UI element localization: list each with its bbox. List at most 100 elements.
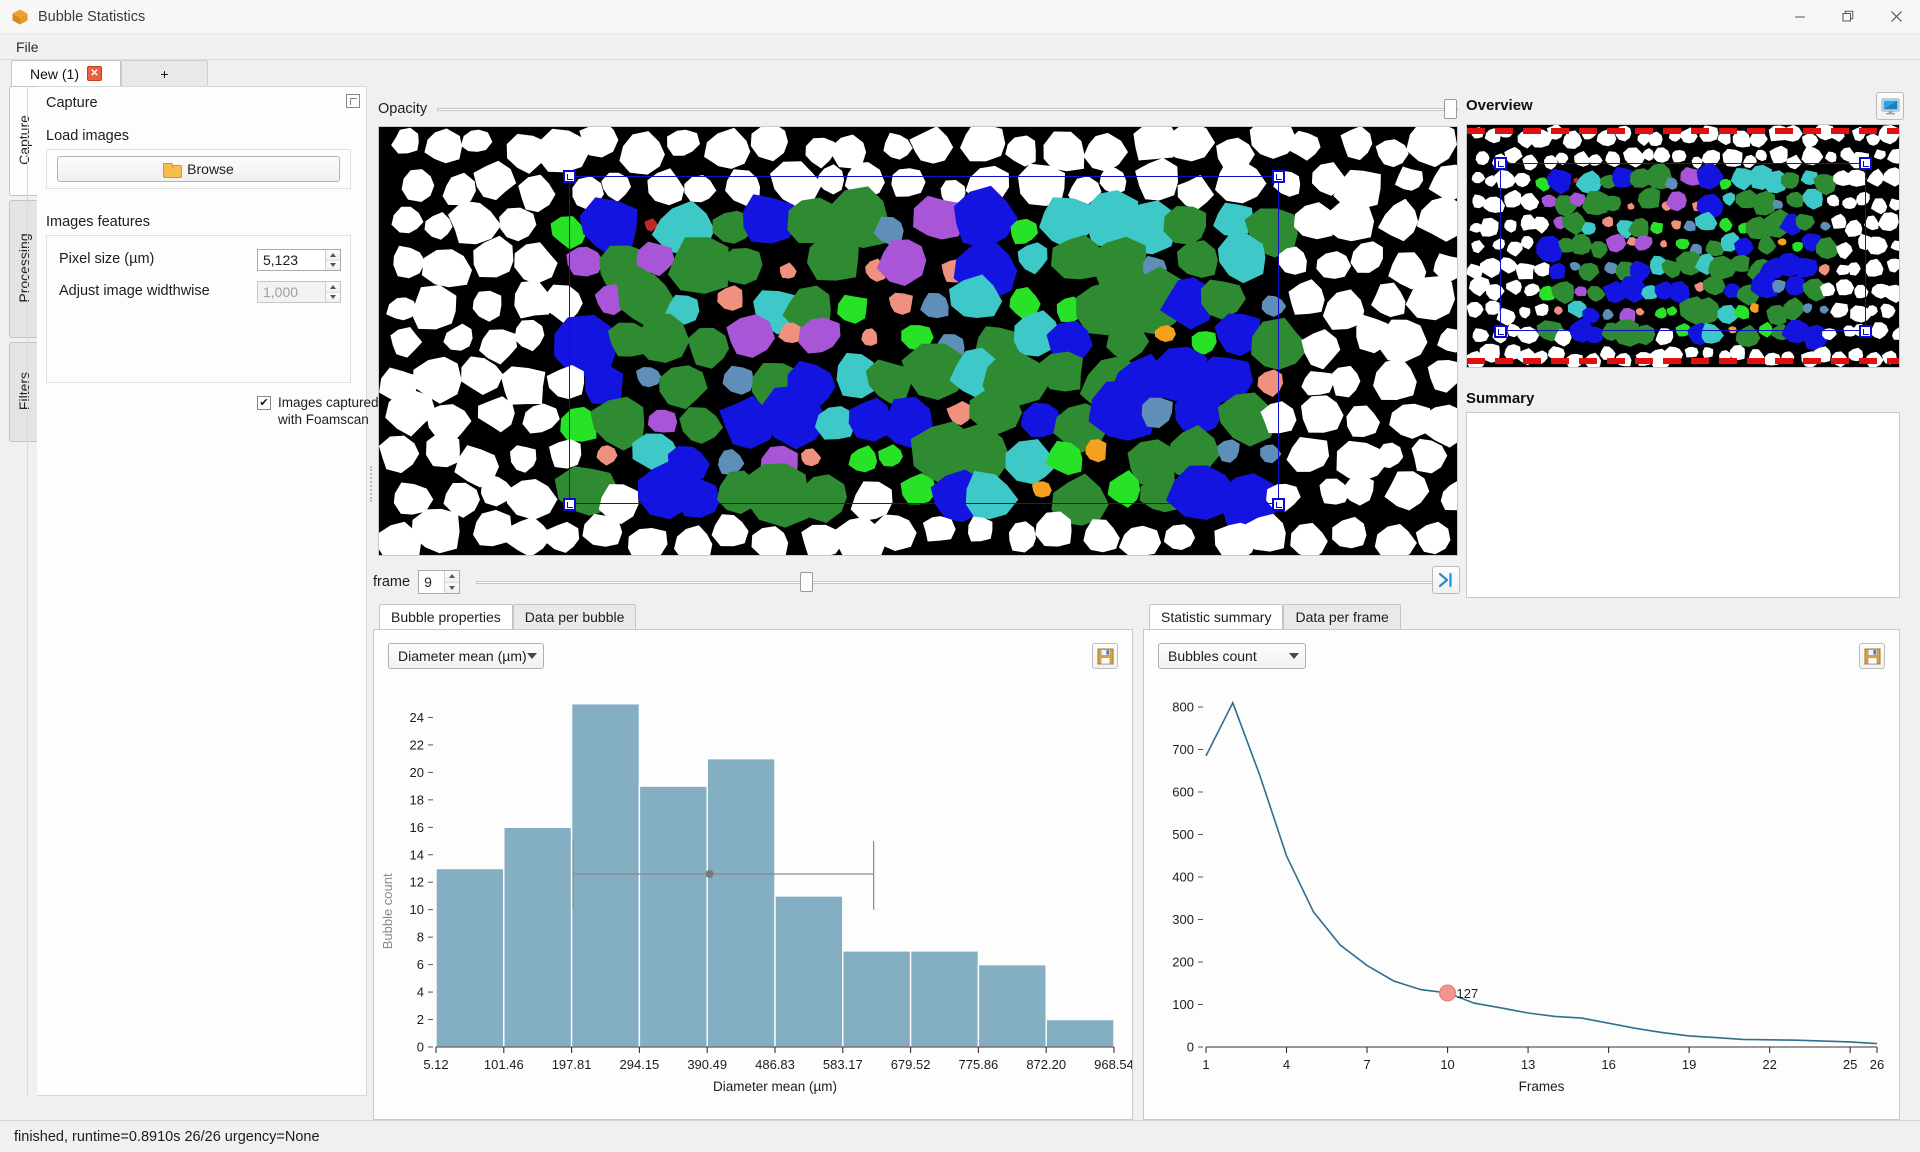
- pixel-size-stepper[interactable]: [257, 249, 341, 271]
- save-line-chart-button[interactable]: [1859, 643, 1885, 669]
- opacity-slider[interactable]: [437, 98, 1458, 119]
- overview-handle-top-right[interactable]: [1859, 157, 1872, 170]
- adjust-width-spin-buttons[interactable]: [325, 282, 340, 302]
- status-bar: finished, runtime=0.8910s 26/26 urgency=…: [0, 1120, 1920, 1152]
- close-icon[interactable]: ✕: [87, 66, 102, 81]
- svg-text:10: 10: [410, 902, 424, 917]
- svg-text:24: 24: [410, 710, 424, 725]
- histogram-plot[interactable]: 0246810121416182022245.12 101.46 197.81 294…: [374, 676, 1132, 1099]
- overview-dash-bottom: [1467, 358, 1899, 364]
- svg-text:22: 22: [410, 737, 424, 752]
- overview-display-button[interactable]: [1876, 92, 1904, 120]
- svg-text:16: 16: [410, 820, 424, 835]
- frame-stepper[interactable]: [418, 570, 461, 594]
- svg-text:5.12: 5.12: [423, 1057, 448, 1072]
- menu-item-file[interactable]: File: [6, 37, 49, 57]
- frame-slider-handle[interactable]: [800, 571, 814, 592]
- selection-rectangle: [569, 176, 1279, 504]
- chevron-down-icon[interactable]: [326, 291, 340, 302]
- line-plot[interactable]: 0 100 200 300 400 500 600 700 800 127 1 4 7 10 13 16 19 2…: [1144, 676, 1899, 1099]
- browse-button[interactable]: Browse: [57, 156, 340, 182]
- property-select[interactable]: Diameter mean (µm): [388, 643, 544, 669]
- chevron-up-icon[interactable]: [445, 571, 460, 582]
- capture-panel: Capture Load images Browse Images featur…: [37, 86, 379, 1096]
- chevron-down-icon[interactable]: [326, 259, 340, 270]
- sidebar-item-label: Capture: [15, 115, 32, 165]
- frame-spin-buttons[interactable]: [444, 571, 460, 593]
- foamscan-checkbox-label: Images captured with Foamscan: [278, 395, 379, 427]
- frame-label: frame: [373, 574, 411, 590]
- sidebar-item-label: Processing: [15, 233, 32, 303]
- minimize-button[interactable]: [1776, 0, 1824, 34]
- tab-bubble-properties[interactable]: Bubble properties: [379, 604, 513, 629]
- overview-title: Overview: [1466, 97, 1533, 114]
- selection-handle-top-right[interactable]: [1272, 170, 1285, 183]
- svg-text:0: 0: [1187, 1040, 1194, 1055]
- selection-handle-top-left[interactable]: [563, 170, 576, 183]
- skip-to-end-button[interactable]: [1432, 566, 1460, 594]
- statistic-select[interactable]: Bubbles count: [1158, 643, 1306, 669]
- tab-label: Bubble properties: [391, 609, 501, 625]
- save-icon: [1864, 648, 1880, 664]
- selection-handle-bottom-left[interactable]: [563, 498, 576, 511]
- bubble-properties-panel: Bubble properties Data per bubble Diamet…: [373, 604, 1133, 1120]
- chevron-up-icon[interactable]: [326, 250, 340, 260]
- restore-button[interactable]: [1824, 0, 1872, 34]
- overview-handle-bottom-left[interactable]: [1494, 325, 1507, 338]
- window-controls: [1776, 0, 1920, 34]
- overview-handle-bottom-right[interactable]: [1859, 325, 1872, 338]
- frame-control: frame: [373, 568, 1458, 596]
- tab-statistic-summary[interactable]: Statistic summary: [1149, 604, 1284, 629]
- svg-text:390.49: 390.49: [687, 1057, 727, 1072]
- summary-title: Summary: [1466, 390, 1535, 407]
- svg-text:0: 0: [417, 1040, 424, 1055]
- overview-handle-top-left[interactable]: [1494, 157, 1507, 170]
- svg-text:100: 100: [1172, 997, 1194, 1012]
- tab-label: Data per frame: [1295, 609, 1389, 625]
- checkmark-icon[interactable]: ✔: [257, 396, 271, 410]
- tab-data-per-frame[interactable]: Data per frame: [1283, 604, 1401, 629]
- pixel-size-input[interactable]: [258, 250, 325, 270]
- sidebar-item-capture[interactable]: Capture: [9, 86, 37, 196]
- bubble-properties-body: Diameter mean (µm) 0 2 4 6 8 10 12 14 16 18 20 22 24…: [373, 629, 1133, 1120]
- image-viewport[interactable]: [378, 126, 1458, 556]
- summary-content[interactable]: [1466, 412, 1900, 598]
- adjust-width-stepper[interactable]: [257, 281, 341, 303]
- overview-thumbnail[interactable]: [1466, 124, 1900, 368]
- svg-text:Diameter mean (µm): Diameter mean (µm): [713, 1079, 837, 1094]
- svg-text:6: 6: [417, 957, 424, 972]
- statistic-summary-body: Bubbles count 0 100 200 300 400 500 600 700 800 1…: [1143, 629, 1900, 1120]
- add-tab-label: +: [160, 65, 169, 82]
- svg-text:968.54: 968.54: [1094, 1057, 1132, 1072]
- bubble-properties-tabs: Bubble properties Data per bubble: [379, 604, 637, 629]
- save-histogram-button[interactable]: [1092, 643, 1118, 669]
- svg-text:22: 22: [1762, 1057, 1776, 1072]
- detach-panel-icon[interactable]: [346, 94, 360, 108]
- frame-input[interactable]: [419, 571, 445, 593]
- title-bar: Bubble Statistics: [0, 0, 1920, 34]
- svg-text:800: 800: [1172, 700, 1194, 715]
- chevron-up-icon[interactable]: [326, 282, 340, 292]
- pixel-size-spin-buttons[interactable]: [325, 250, 340, 270]
- svg-text:400: 400: [1172, 870, 1194, 885]
- chevron-down-icon[interactable]: [445, 581, 460, 593]
- svg-text:16: 16: [1601, 1057, 1615, 1072]
- close-button[interactable]: [1872, 0, 1920, 34]
- tab-data-per-bubble[interactable]: Data per bubble: [512, 604, 637, 629]
- selection-handle-bottom-right[interactable]: [1272, 498, 1285, 511]
- package-icon: [11, 8, 29, 26]
- opacity-label: Opacity: [378, 101, 428, 117]
- svg-text:679.52: 679.52: [891, 1057, 931, 1072]
- overview-dash-top: [1467, 128, 1899, 134]
- sidebar-item-filters[interactable]: Filters: [9, 342, 37, 442]
- sidebar-item-processing[interactable]: Processing: [9, 200, 37, 338]
- adjust-width-input[interactable]: [258, 282, 325, 302]
- window-title: Bubble Statistics: [38, 8, 146, 25]
- svg-text:4: 4: [1283, 1057, 1290, 1072]
- frame-slider[interactable]: [476, 571, 1458, 592]
- add-tab-button[interactable]: +: [121, 60, 208, 86]
- statistic-summary-panel: Statistic summary Data per frame Bubbles…: [1143, 604, 1900, 1120]
- browse-label: Browse: [187, 161, 234, 177]
- document-tab-new-1[interactable]: New (1) ✕: [11, 60, 121, 86]
- opacity-slider-handle[interactable]: [1444, 98, 1457, 119]
